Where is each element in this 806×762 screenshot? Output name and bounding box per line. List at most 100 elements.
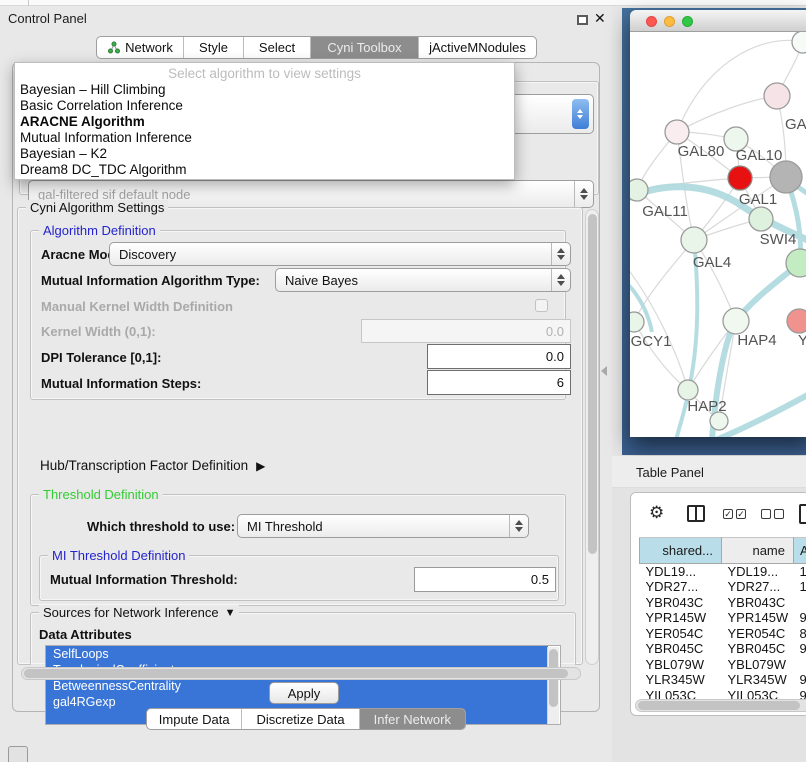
- new-table-icon[interactable]: [799, 504, 806, 524]
- combo-spinner-focused[interactable]: [572, 99, 589, 129]
- node-label: GAL: [785, 116, 806, 133]
- column-header-third[interactable]: A: [794, 538, 806, 564]
- node-label: GAL4: [693, 254, 731, 271]
- table-row[interactable]: YDL19...YDL19...13: [640, 564, 806, 580]
- table-row[interactable]: YBL079WYBL079W: [640, 657, 806, 673]
- network-window-titlebar[interactable]: [630, 10, 806, 32]
- tab-cyni-toolbox[interactable]: Cyni Toolbox: [311, 37, 419, 58]
- mi-threshold-label: Mutual Information Threshold:: [50, 572, 238, 587]
- which-threshold-combo[interactable]: MI Threshold: [237, 514, 529, 538]
- tab-style[interactable]: Style: [184, 37, 244, 58]
- list-item[interactable]: SelfLoops: [46, 646, 548, 662]
- group-title: Algorithm Definition: [39, 223, 160, 238]
- group-title: Cyni Algorithm Settings: [26, 200, 168, 215]
- node-label: GAL80: [678, 143, 725, 160]
- network-canvas[interactable]: GAL GAL80 GAL10 GAL1 GAL11 SWI4 GAL4 GCY…: [630, 32, 806, 437]
- group-title: MI Threshold Definition: [48, 548, 189, 563]
- dropdown-placeholder: Select algorithm to view settings: [15, 63, 514, 82]
- tab-label: Infer Network: [374, 712, 451, 727]
- threshold-definition-group: Threshold Definition Which threshold to …: [30, 494, 566, 606]
- column-header-name[interactable]: name: [722, 538, 794, 564]
- deselect-all-checks-icon[interactable]: [761, 509, 784, 519]
- node-label: GCY1: [631, 333, 672, 350]
- table-row[interactable]: YER054CYER054C8.: [640, 626, 806, 642]
- dropdown-item[interactable]: Mutual Information Inference: [15, 130, 514, 146]
- dropdown-item[interactable]: Bayesian – K2: [15, 146, 514, 162]
- network-graph: GAL GAL80 GAL10 GAL1 GAL11 SWI4 GAL4 GCY…: [630, 32, 806, 437]
- dock-grip-button[interactable]: [8, 746, 28, 762]
- node-label: HAP2: [687, 398, 726, 415]
- splitter-handle[interactable]: [601, 366, 607, 376]
- aracne-mode-combo[interactable]: Discovery: [109, 242, 571, 266]
- tab-select[interactable]: Select: [244, 37, 311, 58]
- apply-button[interactable]: Apply: [269, 682, 339, 704]
- table-row[interactable]: YDR27...YDR27...12: [640, 579, 806, 595]
- which-threshold-label: Which threshold to use:: [87, 519, 235, 534]
- tab-infer-network[interactable]: Infer Network: [360, 709, 465, 729]
- tab-label: jActiveMNodules: [429, 40, 526, 55]
- node-gal80: [665, 120, 689, 144]
- dropdown-item-highlighted[interactable]: ARACNE Algorithm: [15, 114, 514, 130]
- mi-threshold-input[interactable]: [414, 567, 556, 592]
- sources-group: Sources for Network Inference ▼ Data Att…: [30, 612, 576, 665]
- which-threshold-value: MI Threshold: [238, 519, 509, 534]
- select-all-checks-icon[interactable]: ✓✓: [723, 509, 746, 519]
- manual-kernel-checkbox[interactable]: [535, 299, 548, 312]
- cyni-algorithm-settings-group: Cyni Algorithm Settings Algorithm Defini…: [17, 207, 583, 665]
- manual-kernel-label: Manual Kernel Width Definition: [41, 299, 233, 314]
- table-panel-title: Table Panel: [636, 465, 704, 480]
- table-row[interactable]: YBR045CYBR045C9.: [640, 641, 806, 657]
- mi-steps-label: Mutual Information Steps:: [41, 376, 201, 391]
- node-gal4: [681, 227, 707, 253]
- mi-type-combo[interactable]: Naive Bayes: [275, 268, 571, 292]
- table-card: ⚙ ✓✓ shared... name A YDL1: [630, 492, 806, 716]
- table-horizontal-scrollbar[interactable]: [635, 699, 806, 712]
- close-icon[interactable]: ✕: [594, 10, 606, 27]
- zoom-traffic-light[interactable]: [682, 16, 693, 27]
- network-icon: [107, 41, 120, 54]
- node-gcy1: [630, 312, 644, 332]
- split-columns-icon[interactable]: [687, 505, 705, 522]
- control-panel: Control Panel ✕ Network Style Select Cyn: [0, 6, 612, 762]
- node-label: GAL1: [739, 191, 777, 208]
- close-traffic-light[interactable]: [646, 16, 657, 27]
- column-header-shared[interactable]: shared...: [640, 538, 722, 564]
- tab-label: Network: [125, 40, 173, 55]
- network-window: GAL GAL80 GAL10 GAL1 GAL11 SWI4 GAL4 GCY…: [630, 10, 806, 437]
- table-row[interactable]: YLR345WYLR345W9.: [640, 672, 806, 688]
- sources-title-row[interactable]: Sources for Network Inference ▼: [39, 605, 239, 620]
- node-gal1-selected: [728, 166, 752, 190]
- tab-label: Select: [259, 40, 295, 55]
- mi-steps-input[interactable]: [427, 370, 571, 395]
- table-row[interactable]: YPR145WYPR145W9.: [640, 610, 806, 626]
- node-hap2: [678, 380, 698, 400]
- kernel-width-input[interactable]: [361, 319, 571, 343]
- table-row[interactable]: YBR043CYBR043C: [640, 595, 806, 611]
- gear-icon[interactable]: ⚙: [649, 503, 664, 523]
- dropdown-item[interactable]: Bayesian – Hill Climbing: [15, 82, 514, 98]
- aracne-mode-value: Discovery: [110, 247, 551, 262]
- settings-vertical-scrollbar[interactable]: [585, 209, 599, 665]
- list-vertical-scrollbar[interactable]: [547, 647, 559, 725]
- tab-label: Cyni Toolbox: [327, 40, 401, 55]
- minimize-traffic-light[interactable]: [664, 16, 675, 27]
- kernel-width-label: Kernel Width (0,1):: [41, 324, 156, 339]
- tab-discretize-data[interactable]: Discretize Data: [242, 709, 359, 729]
- dpi-tolerance-input[interactable]: [427, 344, 571, 369]
- dropdown-item[interactable]: Basic Correlation Inference: [15, 98, 514, 114]
- screen: Control Panel ✕ Network Style Select Cyn: [0, 0, 806, 762]
- tab-label: Style: [199, 40, 228, 55]
- sources-title: Sources for Network Inference: [43, 605, 219, 620]
- algorithm-definition-group: Algorithm Definition Aracne Mode: Discov…: [30, 230, 566, 400]
- settings-horizontal-scrollbar[interactable]: [21, 667, 581, 680]
- node-gray: [770, 161, 802, 193]
- table-header-row: shared... name A: [640, 538, 806, 564]
- tab-impute-data[interactable]: Impute Data: [147, 709, 242, 729]
- node-swi4: [749, 207, 773, 231]
- float-window-icon[interactable]: [577, 15, 588, 25]
- top-tab-bar: Network Style Select Cyni Toolbox jActiv…: [96, 36, 537, 59]
- hub-tf-definition-toggle[interactable]: Hub/Transcription Factor Definition ▶: [40, 458, 265, 473]
- dropdown-item[interactable]: Dream8 DC_TDC Algorithm: [15, 162, 514, 178]
- tab-jactivemnodules[interactable]: jActiveMNodules: [419, 37, 536, 58]
- tab-network[interactable]: Network: [97, 37, 184, 58]
